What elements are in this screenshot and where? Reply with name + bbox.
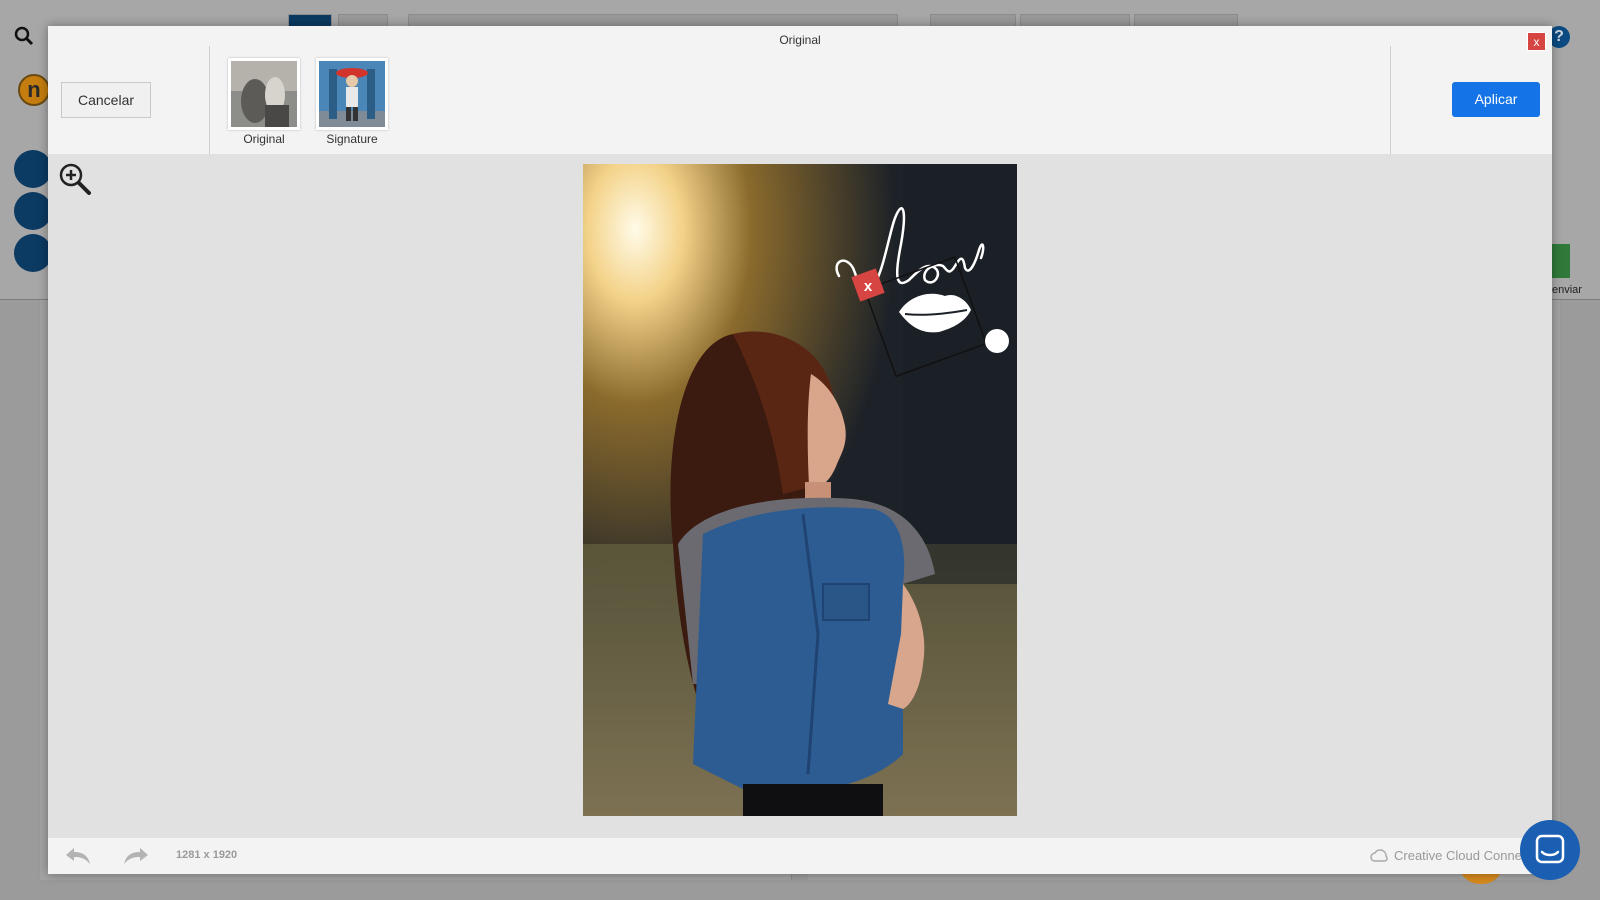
cancel-button[interactable]: Cancelar <box>61 82 151 118</box>
undo-icon[interactable] <box>64 846 92 866</box>
sticker-overlay[interactable]: x <box>583 164 1017 816</box>
thumb-label: Signature <box>326 132 378 146</box>
creative-cloud-connect-label[interactable]: Creative Cloud Connec <box>1394 848 1528 863</box>
modal-title: Original <box>779 33 821 47</box>
background-badge-icon <box>14 234 52 272</box>
image-dimensions: 1281 x 1920 <box>176 849 238 861</box>
redo-icon[interactable] <box>122 846 150 866</box>
filter-thumb-original[interactable]: Original <box>228 58 300 146</box>
thumb-label: Original <box>243 132 285 146</box>
send-label: enviar <box>1552 284 1582 296</box>
search-icon <box>14 26 34 46</box>
background-badge-icon <box>14 192 52 230</box>
close-button[interactable]: x <box>1527 32 1546 51</box>
background-badge-icon <box>14 150 52 188</box>
filter-thumb-signature[interactable]: Signature <box>316 58 388 146</box>
photo-thumbnail-icon <box>316 58 388 130</box>
editor-canvas-photo[interactable]: x <box>583 164 1017 816</box>
zoom-in-icon[interactable] <box>58 162 92 196</box>
chat-icon <box>1535 834 1565 864</box>
lips-sticker <box>899 293 971 333</box>
sticker-resize-handle[interactable] <box>985 329 1009 353</box>
divider <box>209 46 210 154</box>
apply-button[interactable]: Aplicar <box>1452 82 1540 117</box>
sticker-delete-label: x <box>864 278 873 295</box>
send-button <box>1552 244 1570 278</box>
divider <box>1390 46 1391 154</box>
photo-editor-modal: Original x Cancelar Original Signature A… <box>48 26 1552 874</box>
photo-thumbnail-icon <box>228 58 300 130</box>
editor-footer: 1281 x 1920 Creative Cloud Connec <box>48 838 1552 874</box>
editor-header: Original x Cancelar Original Signature A… <box>48 26 1552 154</box>
chat-launcher-button[interactable] <box>1520 820 1580 880</box>
avatar: n <box>18 74 50 106</box>
creative-cloud-icon <box>1370 849 1388 862</box>
